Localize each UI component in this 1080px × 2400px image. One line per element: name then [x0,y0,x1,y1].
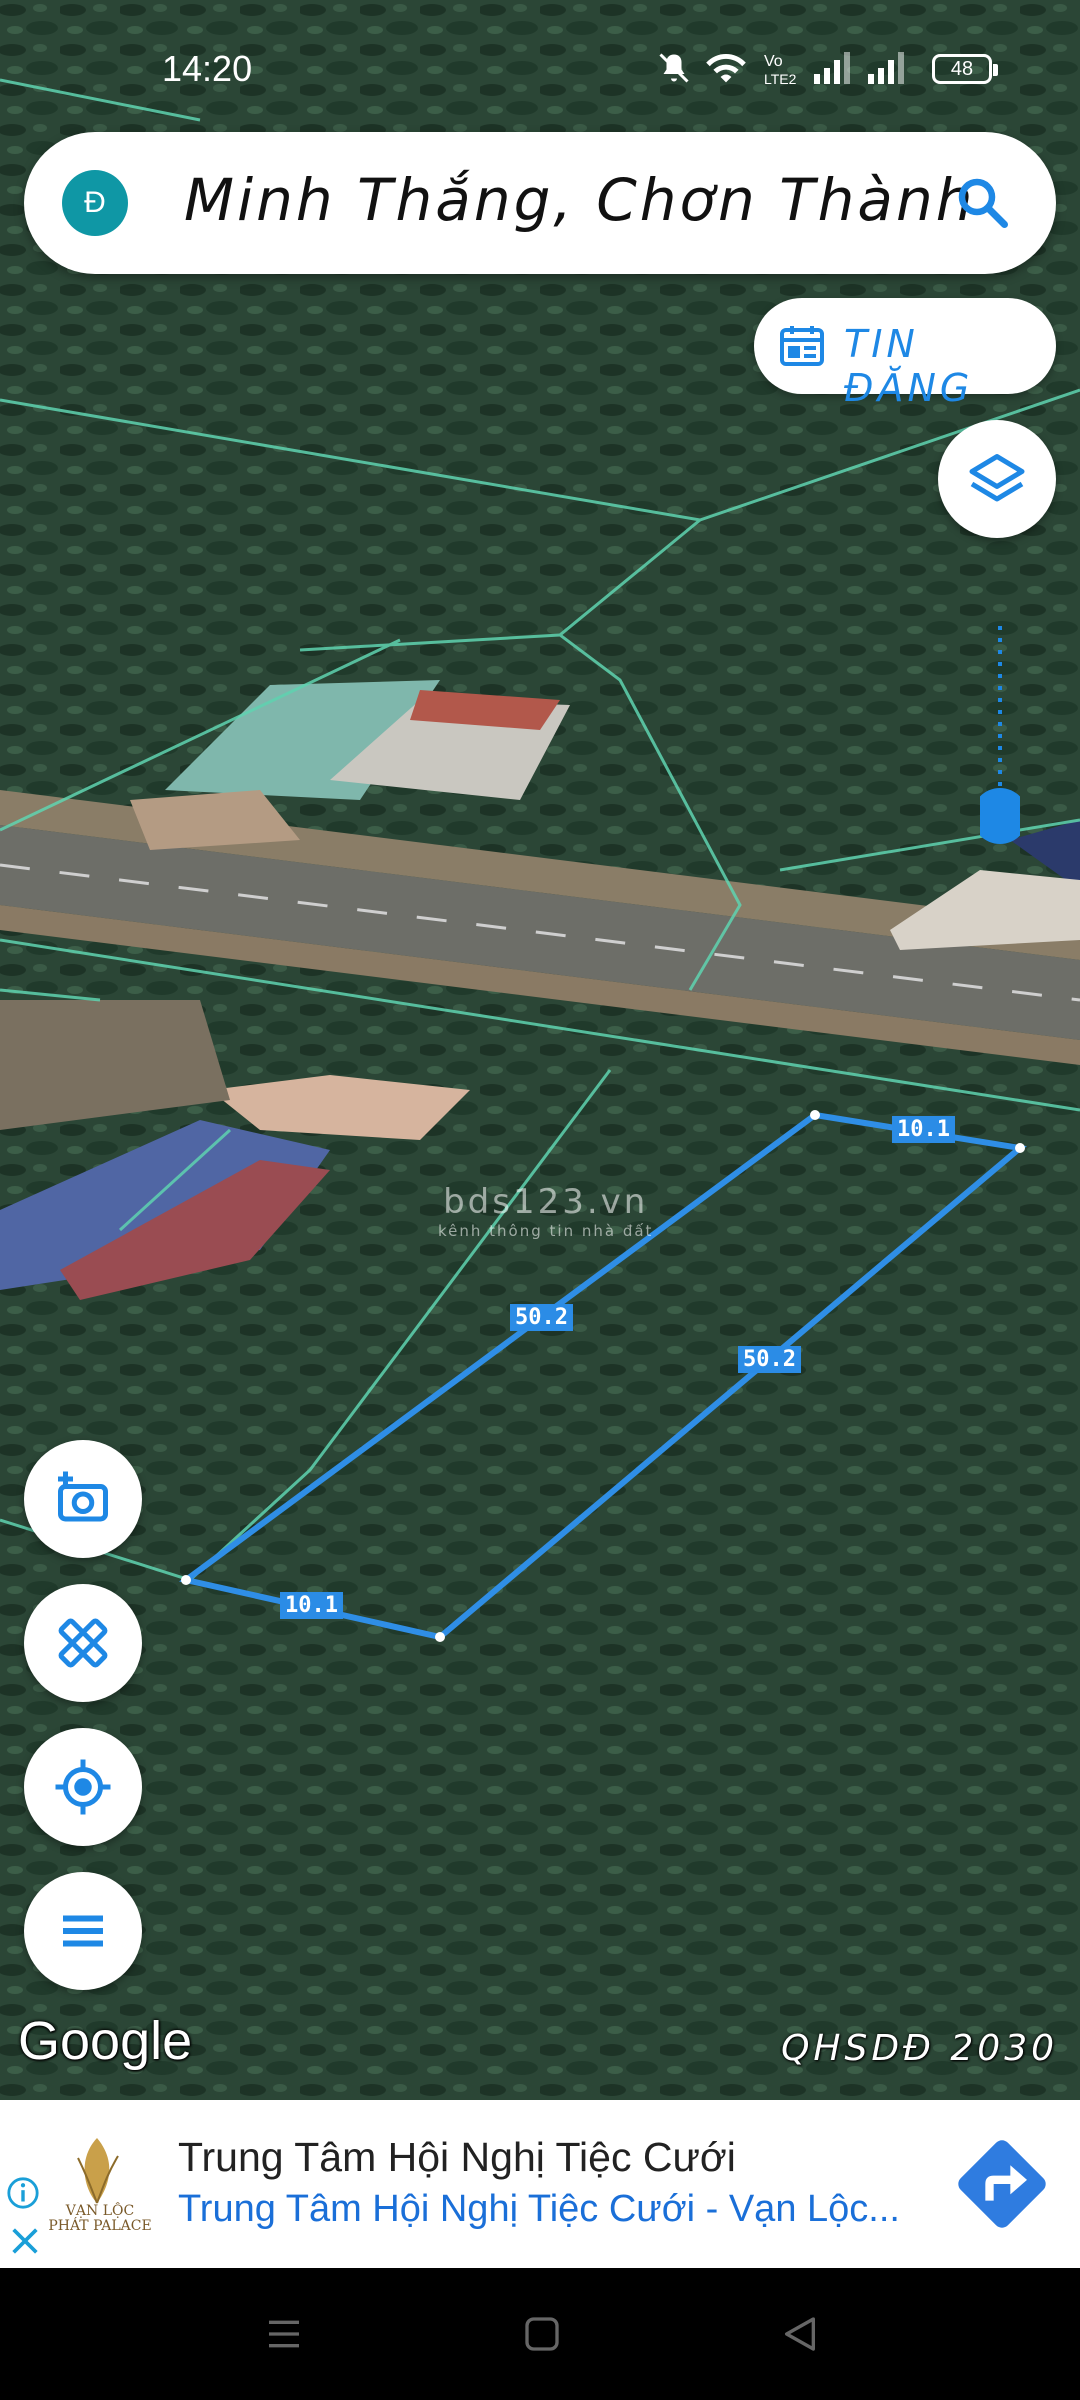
menu-button[interactable] [24,1872,142,1990]
google-logo: Google [18,2011,193,2071]
layers-button[interactable] [938,420,1056,538]
status-time: 14:20 [162,48,253,89]
my-location-button[interactable] [24,1728,142,1846]
camera-icon [58,1471,108,1522]
volte-icon: Vo LTE2 [764,53,797,86]
measure-label-bottom: 10.1 [280,1592,343,1619]
map-layer-label: QHSDĐ 2030 [781,2028,1058,2069]
recent-apps-icon[interactable] [264,2314,304,2354]
watermark-text: bds123.vn [443,1182,649,1222]
measure-label-top: 10.1 [892,1116,955,1143]
search-input[interactable]: Minh Thắng, Chơn Thành [184,166,975,234]
home-icon[interactable] [522,2314,562,2354]
back-icon[interactable] [780,2314,820,2354]
layers-icon [969,454,1025,502]
signal-icon-1 [814,52,850,84]
menu-icon [63,1915,103,1947]
status-bar: 14:20 Vo LTE2 48 [0,0,1080,130]
measure-label-right: 50.2 [738,1346,801,1373]
ruler-icon [58,1618,108,1668]
measure-button[interactable] [24,1584,142,1702]
watermark: bds123.vn kênh thông tin nhà đất [438,1182,653,1240]
camera-button[interactable] [24,1440,142,1558]
close-icon[interactable] [8,2224,42,2258]
ad-logo-text: VẠN LỘC PHÁT PALACE [48,2203,152,2234]
ad-banner[interactable]: VẠN LỘC PHÁT PALACE Trung Tâm Hội Nghị T… [0,2100,1080,2268]
svg-text:Vo: Vo [764,53,783,70]
opacity-slider[interactable] [980,620,1020,860]
svg-text:LTE2: LTE2 [764,71,797,86]
mute-icon [659,53,689,83]
battery-icon: 48 [932,54,998,84]
post-listing-button[interactable]: TIN ĐĂNG [754,298,1056,410]
post-listing-label: TIN ĐĂNG [844,322,974,410]
info-icon[interactable] [6,2176,40,2210]
search-bar[interactable]: Đ Minh Thắng, Chơn Thành [24,132,1056,274]
wifi-icon [706,53,746,83]
watermark-subtext: kênh thông tin nhà đất [438,1222,654,1240]
directions-icon[interactable] [952,2134,1052,2234]
ad-subtitle[interactable]: Trung Tâm Hội Nghị Tiệc Cưới - Vạn Lộc..… [178,2188,900,2231]
search-icon[interactable] [952,172,1012,232]
avatar[interactable]: Đ [62,170,128,236]
locate-icon [55,1759,111,1815]
signal-icon-2 [868,52,904,84]
navigation-bar [0,2268,1080,2400]
listing-icon [780,326,824,366]
measure-label-left: 50.2 [510,1304,573,1331]
ad-title[interactable]: Trung Tâm Hội Nghị Tiệc Cưới [178,2134,736,2181]
